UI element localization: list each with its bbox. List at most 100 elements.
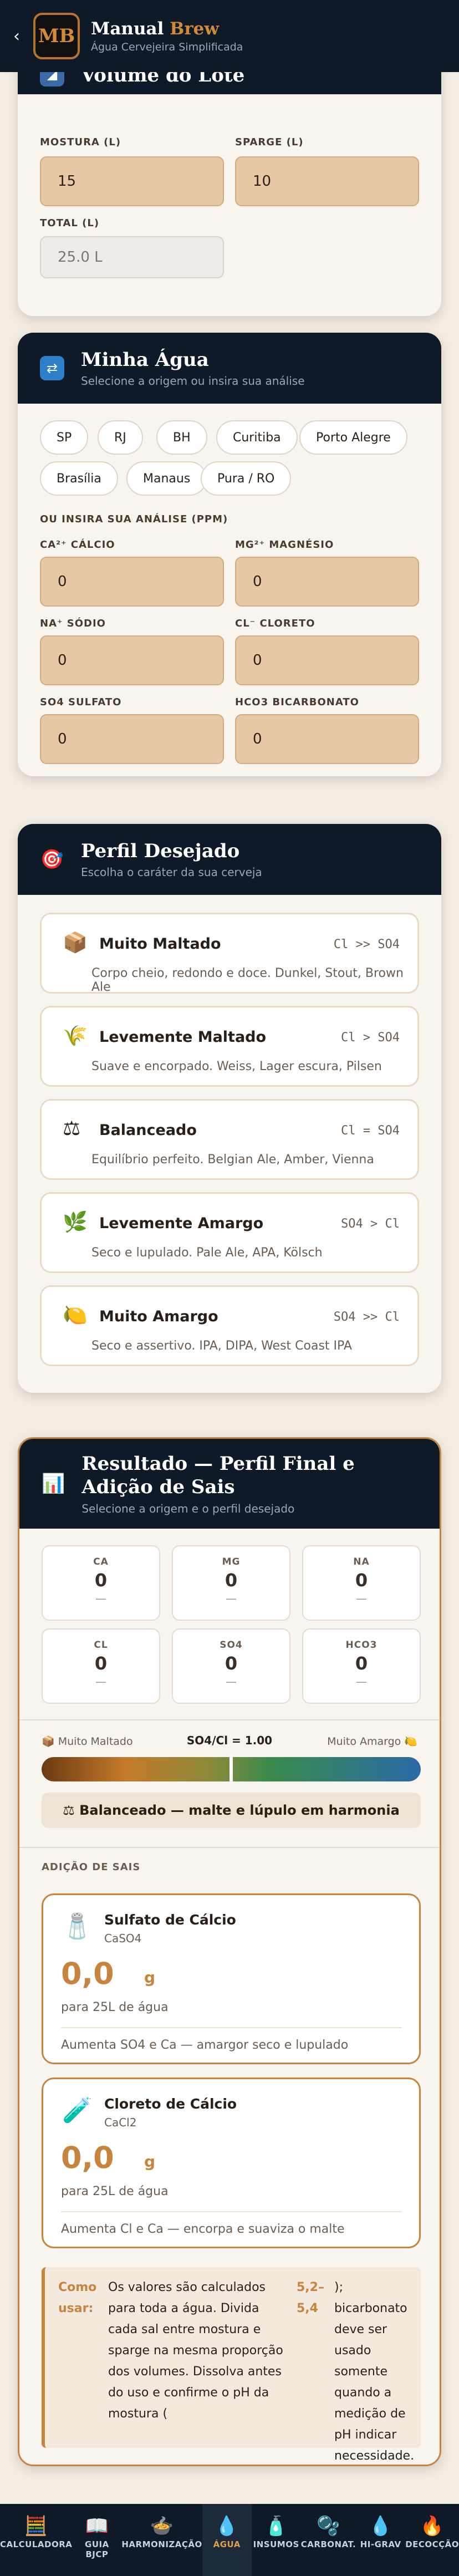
divider [19,1847,440,1848]
chip-bh[interactable]: BH [156,420,207,455]
ion-value: 0 [355,1653,368,1674]
tab-label: ÁGUA [213,2539,241,2549]
profile-option-name: Levemente Maltado [99,1029,267,1046]
chip-porto-alegre[interactable]: Porto Alegre [299,420,407,455]
result-card-header: 📊 Resultado — Perfil Final e Adição de S… [19,1439,440,1529]
ion-value: 0 [225,1570,238,1591]
cloreto-input[interactable]: 0 [235,635,419,685]
salt-icon: 🧪 [62,2096,93,2125]
tab-hi-grav[interactable]: 💧 HI-GRAV [356,2504,405,2576]
tab-label: HARMONIZAÇÃO [121,2539,202,2549]
chip-rj[interactable]: RJ [98,420,143,455]
sparge-input[interactable]: 10 [235,156,419,206]
profile-option-desc: Suave e encorpado. Weiss, Lager escura, … [91,1060,382,1073]
wheat-icon: 🌾 [63,1025,88,1047]
ion-value: 0 [94,1570,108,1591]
salt-name: Cloreto de Cálcio [104,2096,237,2112]
salt-note: Aumenta SO4 e Ca — amargor seco e lupula… [61,2038,349,2052]
salt-amount: 0,0 [61,2140,114,2175]
app-title-main: Manual [91,19,164,39]
tab-insumos[interactable]: 🧴 INSUMOS [252,2504,301,2576]
howto-tail: ); bicarbonato deve ser usado somente qu… [334,2280,415,2463]
chip-manaus[interactable]: Manaus [126,461,207,496]
ion-name: NA [353,1556,370,1567]
cloreto-label: CL⁻ CLORETO [235,618,315,629]
profile-subtitle: Escolha o caráter da sua cerveja [81,866,262,879]
tab-label: CARBONAT. [300,2539,356,2549]
profile-option-ratio: SO4 >> Cl [333,1310,400,1324]
ion-value: 0 [225,1653,238,1674]
chip-pura-ro[interactable]: Pura / RO [201,461,292,496]
ion-mg: MG 0 — [172,1545,290,1621]
total-field: 25.0 L [40,236,224,278]
ion-hco3: HCO3 0 — [302,1628,421,1704]
magnesio-label: MG²⁺ MAGNÉSIO [235,539,334,551]
water-card-header: ⇄ Minha Água Selecione a origem ou insir… [18,333,441,404]
tab-carbonatacao[interactable]: 🫧 CARBONAT. [301,2504,356,2576]
droplet-icon: 💧 [369,2515,393,2537]
ion-status: — [226,1592,237,1605]
tab-guia-bjcp[interactable]: 📖 GUIA BJCP [72,2504,121,2576]
ion-ca: CA 0 — [42,1545,160,1621]
chip-brasilia[interactable]: Brasília [40,461,118,496]
profile-option-muito-maltado[interactable]: 📦 Muito Maltado Cl >> SO4 Corpo cheio, r… [40,913,419,994]
app-subtitle: Água Cervejeira Simplificada [91,41,243,53]
profile-option-levemente-amargo[interactable]: 🌿 Levemente Amargo SO4 > Cl Seco e lupul… [40,1192,419,1273]
magnesio-input[interactable]: 0 [235,557,419,607]
profile-option-balanceado[interactable]: ⚖ Balanceado Cl = SO4 Equilíbrio perfeit… [40,1099,419,1180]
profile-option-name: Levemente Amargo [99,1215,264,1232]
sulfato-input[interactable]: 0 [40,714,224,764]
tab-decoccao[interactable]: 🔥 DECOCÇÃO [405,2504,459,2576]
profile-option-desc: Seco e lupulado. Pale Ale, APA, Kölsch [91,1246,323,1260]
sodio-input[interactable]: 0 [40,635,224,685]
salts-header: ADIÇÃO DE SAIS [42,1861,141,1873]
ion-so4: SO4 0 — [172,1628,290,1704]
calcio-input[interactable]: 0 [40,557,224,607]
back-icon[interactable]: ‹ [0,0,33,72]
chip-sp[interactable]: SP [40,420,89,455]
result-card: 📊 Resultado — Perfil Final e Adição de S… [18,1437,441,2466]
salt-unit: g [144,1968,156,1987]
salt-per-volume: para 25L de água [61,2185,169,2198]
salt-icon: 🧂 [62,1912,93,1941]
ion-name: HCO3 [345,1640,378,1651]
app-logo: MB [33,13,80,59]
ion-name: SO4 [220,1640,243,1651]
lemon-icon: 🍋 [63,1304,88,1327]
ratio-scale-bar [42,1755,421,1784]
ion-status: — [356,1592,367,1605]
profile-option-levemente-maltado[interactable]: 🌾 Levemente Maltado Cl > SO4 Suave e enc… [40,1006,419,1087]
profile-option-ratio: Cl >> SO4 [333,938,400,951]
mostura-label: MOSTURA (L) [40,136,121,148]
salt-per-volume: para 25L de água [61,2000,169,2014]
result-subtitle: Selecione a origem e o perfil desejado [81,1502,295,1515]
tab-harmonizacao[interactable]: 🍲 HARMONIZAÇÃO [121,2504,202,2576]
salt-card-cloreto-calcio: 🧪 Cloreto de Cálcio CaCl2 0,0 g para 25L… [42,2078,421,2248]
ion-status: — [95,1675,106,1688]
profile-option-name: Muito Amargo [99,1308,218,1325]
divider [61,2027,401,2028]
tab-agua[interactable]: 💧 ÁGUA [202,2504,252,2576]
bicarbonato-input[interactable]: 0 [235,714,419,764]
flame-icon: 🔥 [420,2515,445,2537]
profile-option-muito-amargo[interactable]: 🍋 Muito Amargo SO4 >> Cl Seco e assertiv… [40,1285,419,1366]
volume-card: ◢ Volume do Lote MOSTURA (L) 15 SPARGE (… [18,39,441,316]
ratio-scale-marker [230,1755,233,1784]
tab-calculadora[interactable]: 🧮 CALCULADORA [0,2504,72,2576]
profile-card: 🎯 Perfil Desejado Escolha o caráter da s… [18,824,441,1393]
howto-text: Os valores são calculados para toda a ág… [108,2280,283,2421]
water-subtitle: Selecione a origem ou insira sua análise [81,374,305,388]
chip-curitiba[interactable]: Curitiba [216,420,298,455]
ion-cl: CL 0 — [42,1628,160,1704]
pot-icon: 🍲 [150,2515,174,2537]
ion-na: NA 0 — [302,1545,421,1621]
mostura-input[interactable]: 15 [40,156,224,206]
ingredients-icon: 🧴 [264,2515,288,2537]
app-title-accent: Brew [170,19,220,39]
water-drop-icon: 💧 [215,2515,239,2537]
profile-option-desc: Corpo cheio, redondo e doce. Dunkel, Sto… [91,966,404,994]
salt-note: Aumenta Cl e Ca — encorpa e suaviza o ma… [61,2222,345,2236]
ion-name: CA [93,1556,109,1567]
profile-card-header: 🎯 Perfil Desejado Escolha o caráter da s… [18,824,441,895]
tab-label: HI-GRAV [360,2539,401,2549]
